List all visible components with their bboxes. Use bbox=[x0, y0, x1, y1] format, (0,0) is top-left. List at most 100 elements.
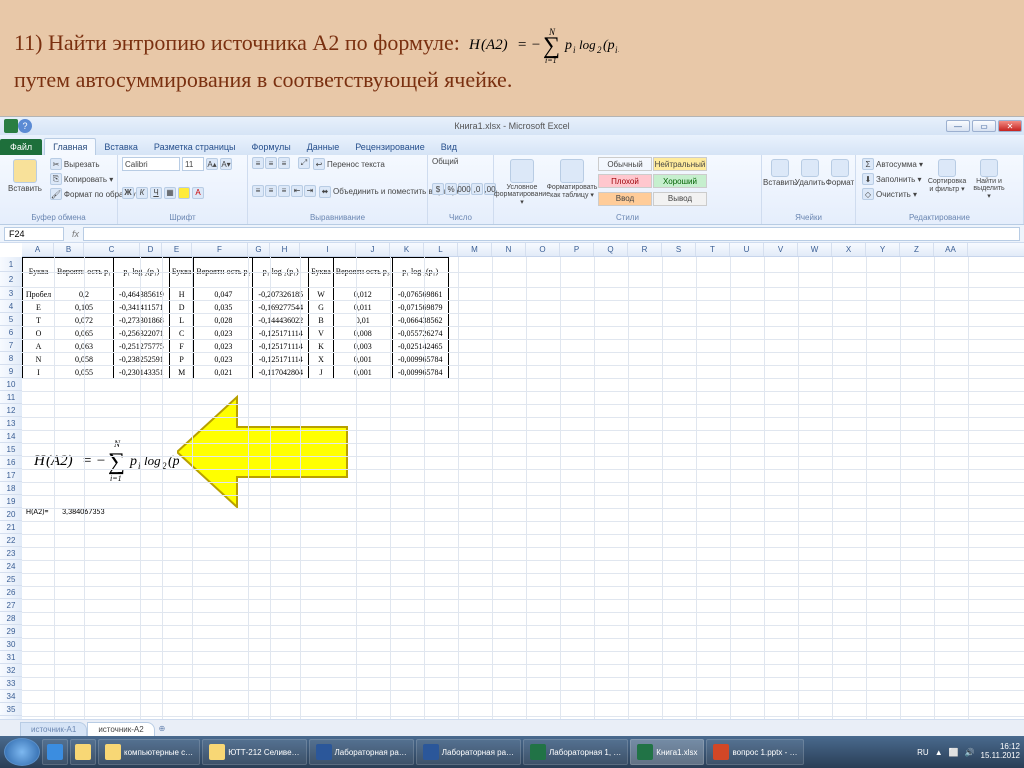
row-header[interactable]: 13 bbox=[0, 417, 22, 430]
indent-inc-icon[interactable]: ⇥ bbox=[304, 185, 316, 197]
align-tr-icon[interactable]: ≡ bbox=[278, 157, 290, 169]
row-header[interactable]: 26 bbox=[0, 586, 22, 599]
name-box[interactable]: F24 bbox=[4, 227, 64, 241]
tab-insert[interactable]: Вставка bbox=[96, 139, 145, 155]
row-header[interactable]: 8 bbox=[0, 352, 22, 365]
col-header[interactable]: F bbox=[192, 243, 248, 256]
taskbar-item[interactable]: вопрос 1.pptx - … bbox=[706, 739, 804, 765]
row-header[interactable]: 11 bbox=[0, 391, 22, 404]
row-header[interactable]: 34 bbox=[0, 690, 22, 703]
col-header[interactable]: Z bbox=[900, 243, 934, 256]
col-header[interactable]: D bbox=[140, 243, 162, 256]
col-header[interactable]: B bbox=[54, 243, 84, 256]
close-button[interactable]: ✕ bbox=[998, 120, 1022, 132]
percent-icon[interactable]: % bbox=[445, 183, 457, 195]
taskbar-item[interactable]: Лабораторная ра… bbox=[309, 739, 414, 765]
row-header[interactable]: 22 bbox=[0, 534, 22, 547]
cell-styles-gallery[interactable]: Обычный Нейтральный Плохой Хороший Ввод … bbox=[598, 157, 757, 208]
grow-font-icon[interactable]: A▴ bbox=[206, 158, 218, 170]
fill-button[interactable]: ⬇Заполнить ▾ bbox=[860, 172, 925, 186]
col-header[interactable]: J bbox=[356, 243, 390, 256]
col-header[interactable]: H bbox=[270, 243, 300, 256]
col-header[interactable]: T bbox=[696, 243, 730, 256]
delete-cells-button[interactable]: Удалить bbox=[796, 157, 824, 189]
tray-sound-icon[interactable]: 🔊 bbox=[965, 748, 975, 757]
autosum-button[interactable]: ΣАвтосумма ▾ bbox=[860, 157, 925, 171]
tab-home[interactable]: Главная bbox=[44, 138, 96, 155]
row-header[interactable]: 6 bbox=[0, 326, 22, 339]
row-header[interactable]: 10 bbox=[0, 378, 22, 391]
col-header[interactable]: P bbox=[560, 243, 594, 256]
taskbar-item[interactable]: компьютерные с… bbox=[98, 739, 200, 765]
align-r-icon[interactable]: ≡ bbox=[278, 185, 290, 197]
col-header[interactable]: L bbox=[424, 243, 458, 256]
tab-data[interactable]: Данные bbox=[299, 139, 348, 155]
row-header[interactable]: 14 bbox=[0, 430, 22, 443]
row-header[interactable]: 9 bbox=[0, 365, 22, 378]
new-sheet-icon[interactable]: ⊕ bbox=[159, 724, 166, 733]
row-header[interactable]: 32 bbox=[0, 664, 22, 677]
font-name-input[interactable]: Calibri bbox=[122, 157, 180, 171]
lang-indicator[interactable]: RU bbox=[917, 748, 929, 757]
tab-review[interactable]: Рецензирование bbox=[347, 139, 433, 155]
system-tray[interactable]: RU ▲ ⬜ 🔊 16:1215.11.2012 bbox=[917, 743, 1020, 761]
comma-icon[interactable]: 000 bbox=[458, 183, 470, 195]
sheet-tab-2[interactable]: источник-А2 bbox=[87, 722, 154, 736]
row-header[interactable]: 23 bbox=[0, 547, 22, 560]
format-cells-button[interactable]: Формат bbox=[826, 157, 854, 189]
row-header[interactable]: 25 bbox=[0, 573, 22, 586]
sheet-tab-1[interactable]: источник-А1 bbox=[20, 722, 87, 736]
orientation-icon[interactable]: ⤢ bbox=[298, 157, 310, 169]
align-tc-icon[interactable]: ≡ bbox=[265, 157, 277, 169]
indent-dec-icon[interactable]: ⇤ bbox=[291, 185, 303, 197]
clear-button[interactable]: ◇Очистить ▾ bbox=[860, 187, 925, 201]
col-header[interactable]: S bbox=[662, 243, 696, 256]
align-c-icon[interactable]: ≡ bbox=[265, 185, 277, 197]
currency-icon[interactable]: $ bbox=[432, 183, 444, 195]
row-header[interactable]: 4 bbox=[0, 300, 22, 313]
col-header[interactable]: K bbox=[390, 243, 424, 256]
start-button[interactable] bbox=[4, 738, 40, 766]
row-header[interactable]: 18 bbox=[0, 482, 22, 495]
ie-icon[interactable] bbox=[42, 739, 68, 765]
col-header[interactable]: G bbox=[248, 243, 270, 256]
row-header[interactable]: 2 bbox=[0, 272, 22, 287]
underline-icon[interactable]: Ч bbox=[150, 187, 162, 199]
tab-layout[interactable]: Разметка страницы bbox=[146, 139, 244, 155]
col-header[interactable]: M bbox=[458, 243, 492, 256]
row-header[interactable]: 15 bbox=[0, 443, 22, 456]
row-header[interactable]: 1 bbox=[0, 257, 22, 272]
col-header[interactable]: E bbox=[162, 243, 192, 256]
bold-icon[interactable]: Ж bbox=[122, 187, 134, 199]
maximize-button[interactable]: ▭ bbox=[972, 120, 996, 132]
font-size-input[interactable]: 11 bbox=[182, 157, 204, 171]
row-header[interactable]: 7 bbox=[0, 339, 22, 352]
minimize-button[interactable]: — bbox=[946, 120, 970, 132]
taskbar-item[interactable]: ЮТТ-212 Селиве… bbox=[202, 739, 306, 765]
align-tl-icon[interactable]: ≡ bbox=[252, 157, 264, 169]
row-header[interactable]: 12 bbox=[0, 404, 22, 417]
row-header[interactable]: 21 bbox=[0, 521, 22, 534]
row-header[interactable]: 30 bbox=[0, 638, 22, 651]
row-header[interactable]: 19 bbox=[0, 495, 22, 508]
taskbar-item[interactable]: Лабораторная ра… bbox=[416, 739, 521, 765]
file-tab[interactable]: Файл bbox=[0, 139, 42, 155]
row-header[interactable]: 29 bbox=[0, 625, 22, 638]
col-header[interactable]: AA bbox=[934, 243, 968, 256]
row-header[interactable]: 31 bbox=[0, 651, 22, 664]
dec-inc-icon[interactable]: ,0 bbox=[471, 183, 483, 195]
taskbar-item-active[interactable]: Книга1.xlsx bbox=[630, 739, 704, 765]
col-header[interactable]: O bbox=[526, 243, 560, 256]
fill-color-icon[interactable] bbox=[178, 187, 190, 199]
row-header[interactable]: 28 bbox=[0, 612, 22, 625]
paste-button[interactable]: Вставить bbox=[4, 157, 46, 201]
col-header[interactable]: I bbox=[300, 243, 356, 256]
col-header[interactable]: N bbox=[492, 243, 526, 256]
conditional-format-button[interactable]: Условное форматирование ▾ bbox=[498, 157, 546, 208]
col-header[interactable]: X bbox=[832, 243, 866, 256]
sort-filter-button[interactable]: Сортировка и фильтр ▾ bbox=[927, 157, 967, 202]
row-header[interactable]: 5 bbox=[0, 313, 22, 326]
col-header[interactable]: R bbox=[628, 243, 662, 256]
row-header[interactable]: 27 bbox=[0, 599, 22, 612]
spreadsheet-grid[interactable]: ABCDEFGHIJKLMNOPQRSTUVWXYZAA 12345678910… bbox=[0, 243, 1024, 719]
